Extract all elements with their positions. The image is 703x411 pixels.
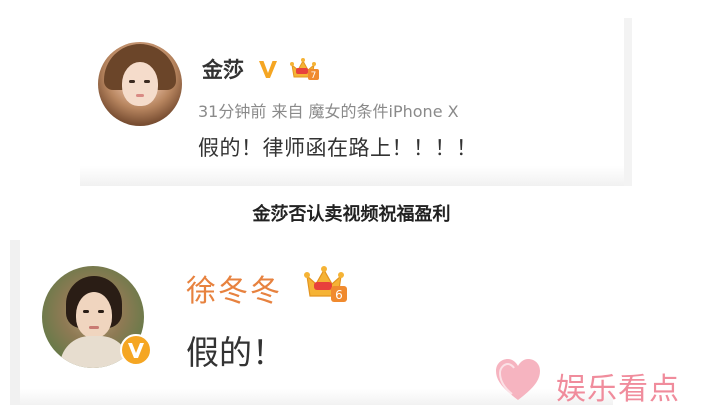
verified-v-icon bbox=[120, 334, 152, 366]
post-meta: 31分钟前 来自 魔女的条件iPhone X bbox=[198, 102, 459, 121]
caption: 金莎否认卖视频祝福盈利 bbox=[252, 204, 451, 225]
watermark-text: 娱乐看点 bbox=[556, 372, 680, 407]
watermark: 娱乐看点 bbox=[492, 354, 702, 408]
avatar-face bbox=[76, 292, 112, 338]
avatar-mouth bbox=[89, 326, 99, 329]
avatar-eye bbox=[129, 80, 135, 83]
card-edge bbox=[624, 18, 632, 186]
level-number: 6 bbox=[335, 288, 343, 302]
post-content: 假的！律师函在路上！！！！ bbox=[198, 136, 478, 160]
crown-level-icon: 6 bbox=[304, 266, 347, 302]
verified-v-icon bbox=[259, 61, 277, 78]
level-number: 7 bbox=[311, 71, 317, 81]
heart-logo-icon bbox=[496, 359, 540, 400]
post-content: 假的！ bbox=[186, 333, 285, 372]
card-edge bbox=[10, 240, 20, 405]
avatar-eye bbox=[98, 310, 104, 313]
avatar[interactable] bbox=[98, 42, 182, 126]
avatar-face bbox=[122, 62, 158, 106]
avatar-eye bbox=[144, 80, 150, 83]
weibo-post-card-1: 金莎 7 31分钟前 来自 魔女的条件iPhone X 假的！律师函在路上！！！… bbox=[80, 18, 632, 186]
avatar-eye bbox=[83, 310, 89, 313]
username[interactable]: 金莎 bbox=[202, 54, 244, 84]
username[interactable]: 徐冬冬 bbox=[186, 266, 282, 310]
crown-level-icon: 7 bbox=[290, 58, 319, 81]
avatar-mouth bbox=[136, 94, 144, 97]
